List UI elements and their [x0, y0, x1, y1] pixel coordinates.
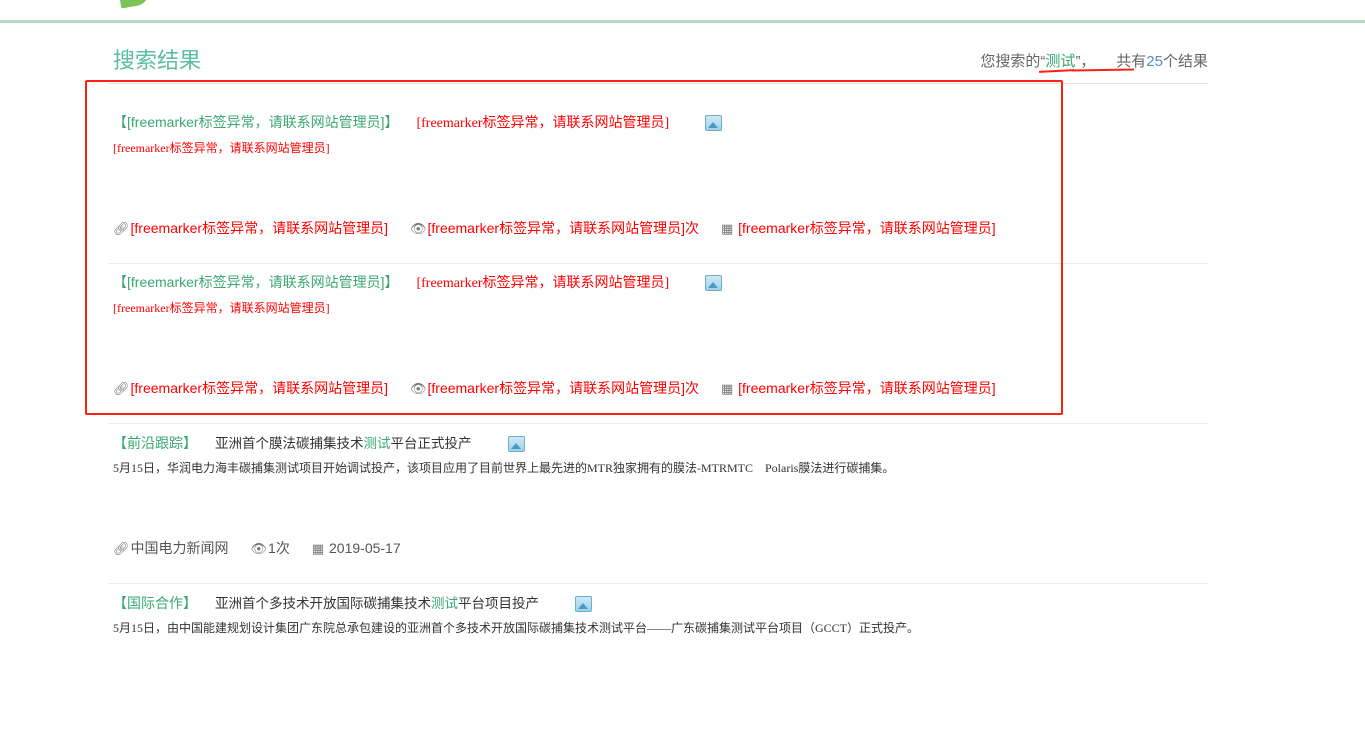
summary-prefix: 您搜索的“: [980, 53, 1046, 70]
result-desc: [freemarker标签异常，请联系网站管理员]: [113, 141, 330, 155]
image-icon: [705, 115, 723, 132]
title-text: 平台项目投产: [458, 596, 539, 612]
result-date: 2019-05-17: [329, 540, 401, 556]
result-desc: [freemarker标签异常，请联系网站管理员]: [113, 301, 330, 315]
title-text: 亚洲首个多技术开放国际碳捕集技术: [215, 596, 431, 612]
result-views: [freemarker标签异常，请联系网站管理员]次: [427, 220, 699, 236]
search-keyword: 测试: [1045, 53, 1076, 70]
calendar-icon: ▦: [720, 221, 734, 236]
result-source: [freemarker标签异常，请联系网站管理员]: [130, 380, 388, 396]
result-category[interactable]: 【前沿跟踪】: [113, 435, 197, 451]
page-title: 搜索结果: [113, 48, 202, 73]
result-date: [freemarker标签异常，请联系网站管理员]: [738, 380, 996, 396]
result-category[interactable]: 【[freemarker标签异常，请联系网站管理员]】: [113, 114, 398, 130]
result-source: [freemarker标签异常，请联系网站管理员]: [130, 220, 388, 236]
calendar-icon: ▦: [720, 381, 734, 396]
result-title[interactable]: 亚洲首个膜法碳捕集技术测试平台正式投产: [215, 436, 472, 452]
logo-leaf-icon: [119, 0, 151, 9]
summary-suffix: 个结果: [1162, 53, 1208, 70]
result-views: 1次: [268, 540, 290, 556]
top-header: [0, 0, 1365, 23]
result-desc: 5月15日，华润电力海丰碳捕集测试项目开始调试投产，该项目应用了目前世界上最先进…: [113, 461, 895, 475]
image-icon: [507, 436, 525, 453]
result-category[interactable]: 【国际合作】: [113, 595, 197, 611]
result-title[interactable]: 亚洲首个多技术开放国际碳捕集技术测试平台项目投产: [215, 596, 539, 612]
title-highlight: 测试: [431, 596, 458, 612]
result-views: [freemarker标签异常，请联系网站管理员]次: [427, 380, 699, 396]
result-item: 【[freemarker标签异常，请联系网站管理员]】 [freemarker标签…: [108, 264, 1208, 424]
link-icon: 🔗︎: [113, 381, 130, 396]
result-title[interactable]: [freemarker标签异常，请联系网站管理员]: [416, 116, 669, 131]
eye-icon: 👁︎: [250, 541, 268, 556]
result-item: 【国际合作】 亚洲首个多技术开放国际碳捕集技术测试平台项目投产 5月15日，由中国…: [108, 584, 1208, 744]
result-desc: 5月15日，由中国能建规划设计集团广东院总承包建设的亚洲首个多技术开放国际碳捕集…: [113, 621, 920, 635]
image-icon: [575, 596, 592, 613]
summary-count-prefix: 共有: [1116, 53, 1147, 70]
result-title[interactable]: [freemarker标签异常，请联系网站管理员]: [416, 276, 669, 291]
result-source: 中国电力新闻网: [130, 540, 229, 556]
result-item: 【[freemarker标签异常，请联系网站管理员]】 [freemarker标签…: [108, 104, 1208, 264]
link-icon: 🔗︎: [113, 541, 130, 556]
search-summary: 您搜索的“测试”， 共有25个结果: [980, 50, 1208, 71]
result-count: 25: [1146, 53, 1163, 70]
eye-icon: 👁︎: [409, 381, 427, 396]
link-icon: 🔗︎: [113, 221, 130, 236]
result-item: 【前沿跟踪】 亚洲首个膜法碳捕集技术测试平台正式投产 5月15日，华润电力海丰碳捕…: [108, 424, 1208, 584]
image-icon: [705, 275, 723, 292]
result-category[interactable]: 【[freemarker标签异常，请联系网站管理员]】: [113, 274, 398, 290]
summary-mid: ”，: [1075, 53, 1096, 70]
title-text: 亚洲首个膜法碳捕集技术: [215, 436, 364, 452]
calendar-icon: ▦: [311, 541, 325, 556]
eye-icon: 👁︎: [409, 221, 427, 236]
title-highlight: 测试: [363, 436, 391, 452]
divider: [108, 83, 1208, 84]
result-date: [freemarker标签异常，请联系网站管理员]: [738, 220, 996, 236]
title-text: 平台正式投产: [390, 436, 472, 452]
